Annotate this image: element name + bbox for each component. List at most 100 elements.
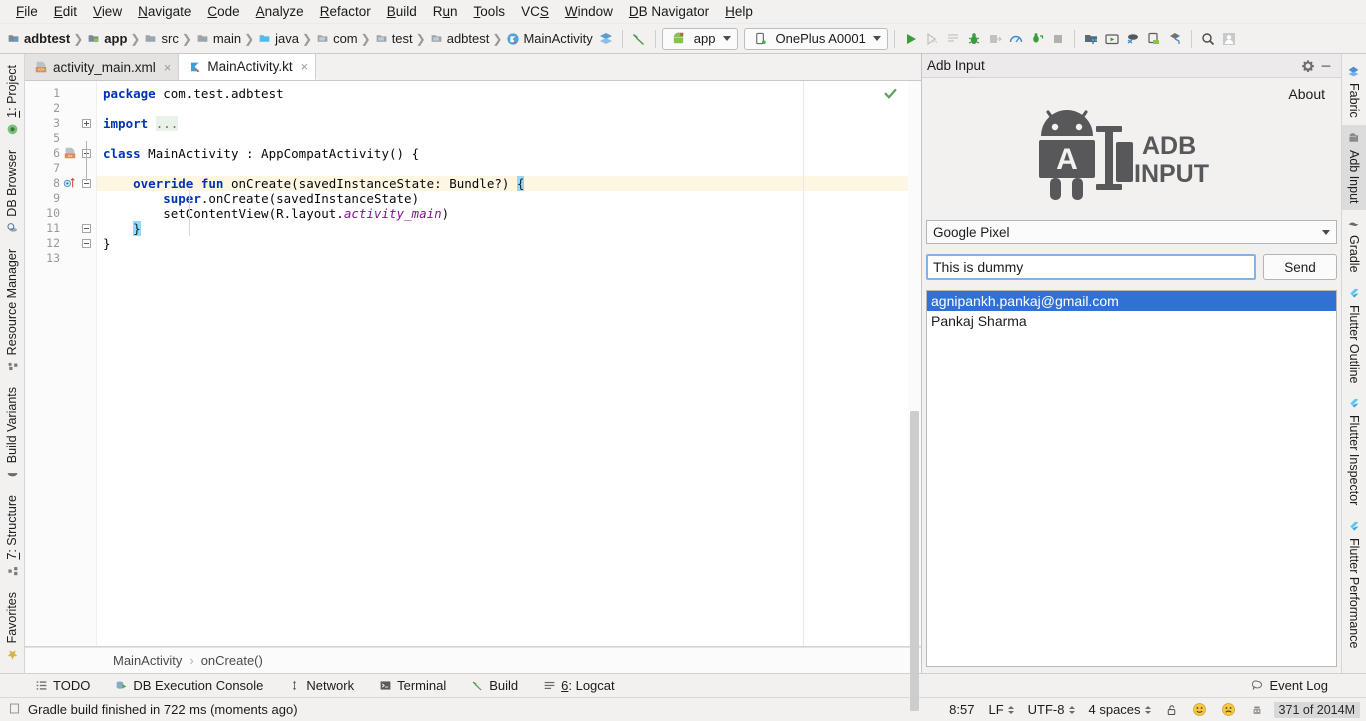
editor-scrollbar[interactable] [908,81,921,711]
adb-text-input[interactable]: This is dummy [926,254,1256,280]
coverage-icon[interactable] [943,29,963,49]
editor-breadcrumb-item[interactable]: onCreate() [201,653,263,668]
profiler-icon[interactable] [1006,29,1026,49]
editor-tab-activity-main-xml[interactable]: </> activity_main.xml × [25,54,180,80]
left-tab-build-variants[interactable]: Build Variants [0,380,24,488]
close-icon[interactable]: × [301,59,309,74]
menu-item-build[interactable]: Build [379,2,425,21]
inspector-icon[interactable] [1246,703,1268,717]
bug-icon[interactable] [964,29,984,49]
editor-breadcrumb-item[interactable]: MainActivity [113,653,182,668]
right-tab-flutter-outline[interactable]: Flutter Outline [1342,280,1366,391]
breadcrumb-item-adbtest[interactable]: adbtest [4,31,72,46]
tool-window-6-logcat[interactable]: 6: Logcat [538,678,619,693]
editor-body: 1 2 3 5 6 <> 7 8 9 10 11 12 13 package c… [25,81,921,711]
editor-gutter[interactable]: 1 2 3 5 6 <> 7 8 9 10 11 12 13 [25,81,79,646]
menu-item-vcs[interactable]: VCS [513,2,557,21]
scrollbar-thumb[interactable] [910,411,919,711]
apply-changes-icon[interactable] [1027,29,1047,49]
debug-icon[interactable]: A [922,29,942,49]
event-log-button[interactable]: Event Log [1246,678,1332,693]
code-token: MainActivity : AppCompatActivity() { [140,146,420,161]
caret-position[interactable]: 8:57 [945,702,978,717]
code-editor[interactable]: package com.test.adbtest import ... clas… [97,81,908,646]
indent-selector[interactable]: 4 spaces [1085,702,1155,717]
menu-item-view[interactable]: View [85,2,130,21]
about-link[interactable]: About [1288,86,1325,102]
left-tab-1-project[interactable]: 1: Project [0,58,24,143]
tool-window-build[interactable]: Build [466,678,522,693]
gear-icon[interactable] [1299,57,1317,75]
tool-window-terminal[interactable]: Terminal [374,678,450,693]
search-icon[interactable] [1198,29,1218,49]
class-marker-icon[interactable]: <> [62,146,77,161]
list-item[interactable]: agnipankh.pankaj@gmail.com [927,291,1336,311]
right-tab-fabric[interactable]: Fabric [1342,58,1366,125]
override-method-icon[interactable] [62,176,77,191]
menu-item-help[interactable]: Help [717,2,761,21]
menu-item-edit[interactable]: Edit [46,2,85,21]
tool-window-network[interactable]: Network [283,678,358,693]
fold-end-class[interactable] [82,239,91,248]
right-tab-flutter-inspector[interactable]: Flutter Inspector [1342,390,1366,512]
play-icon[interactable] [901,29,921,49]
menu-item-navigate[interactable]: Navigate [130,2,199,21]
minimize-icon[interactable] [1317,57,1335,75]
device-dropdown[interactable]: Google Pixel [926,220,1337,244]
left-tab-favorites[interactable]: Favorites [0,585,24,668]
line-separator-selector[interactable]: LF [984,702,1017,717]
breadcrumb-item-test[interactable]: test [372,31,415,46]
code-token: ) [441,206,450,221]
memory-indicator[interactable]: 371 of 2014M [1273,701,1360,718]
breadcrumb-item-mainactivity[interactable]: MainActivity [503,31,594,46]
breadcrumb-item-adbtest[interactable]: adbtest [427,31,492,46]
right-tab-adb-input[interactable]: Adb Input [1342,124,1366,211]
breadcrumb-item-com[interactable]: com [313,31,360,46]
menu-item-file[interactable]: File [8,2,46,21]
editor-tab-mainactivity-kt[interactable]: MainActivity.kt × [179,54,317,80]
right-tab-gradle[interactable]: Gradle [1342,210,1366,280]
menu-item-code[interactable]: Code [199,2,247,21]
menu-item-refactor[interactable]: Refactor [312,2,379,21]
code-folding-column[interactable] [79,81,97,646]
line-number: 3 [53,116,60,130]
unlocked-icon[interactable] [1161,703,1182,717]
breadcrumb-item-app[interactable]: app [84,31,129,46]
tool-window-db-execution-console[interactable]: DB Execution Console [110,678,267,693]
tool-window-todo[interactable]: TODO [30,678,94,693]
breadcrumb-item-src[interactable]: src [141,31,180,46]
breadcrumb-item-java[interactable]: java [255,31,301,46]
menu-item-analyze[interactable]: Analyze [248,2,312,21]
stop-icon[interactable] [1048,29,1068,49]
left-tab-7-structure[interactable]: 7: Structure [0,488,24,585]
menu-item-db-navigator[interactable]: DB Navigator [621,2,717,21]
send-button[interactable]: Send [1263,254,1337,280]
avatar-icon[interactable] [1219,29,1239,49]
saved-inputs-list[interactable]: agnipankh.pankaj@gmail.com Pankaj Sharma [926,290,1337,667]
close-icon[interactable]: × [164,60,172,75]
right-tab-flutter-performance[interactable]: Flutter Performance [1342,513,1366,655]
avd-manager-icon[interactable] [1102,29,1122,49]
breadcrumb-item-main[interactable]: main [193,31,243,46]
menu-item-run[interactable]: Run [425,2,466,21]
left-tab-resource-manager[interactable]: Resource Manager [0,242,24,380]
encoding-selector[interactable]: UTF-8 [1024,702,1079,717]
left-tab-db-browser[interactable]: DB Browser [0,143,24,242]
hammer-icon[interactable] [629,29,649,49]
device-explorer-icon[interactable] [1144,29,1164,49]
fold-toggle-import[interactable] [82,119,91,128]
inspection-status-icon[interactable] [883,86,898,104]
menu-item-tools[interactable]: Tools [466,2,514,21]
menu-item-window[interactable]: Window [557,2,621,21]
device-selector[interactable]: OnePlus A0001 [743,27,888,50]
feedback-happy-icon[interactable] [1188,702,1211,717]
layout-inspector-icon[interactable] [1165,29,1185,49]
attach-icon[interactable] [985,29,1005,49]
sdk-manager-icon[interactable] [1081,29,1101,49]
list-item[interactable]: Pankaj Sharma [927,311,1336,331]
layers-icon[interactable] [596,29,616,49]
run-configuration-selector[interactable]: app [661,27,738,50]
feedback-sad-icon[interactable] [1217,702,1240,717]
fold-end-oncreate[interactable] [82,224,91,233]
sync-gradle-icon[interactable] [1123,29,1143,49]
